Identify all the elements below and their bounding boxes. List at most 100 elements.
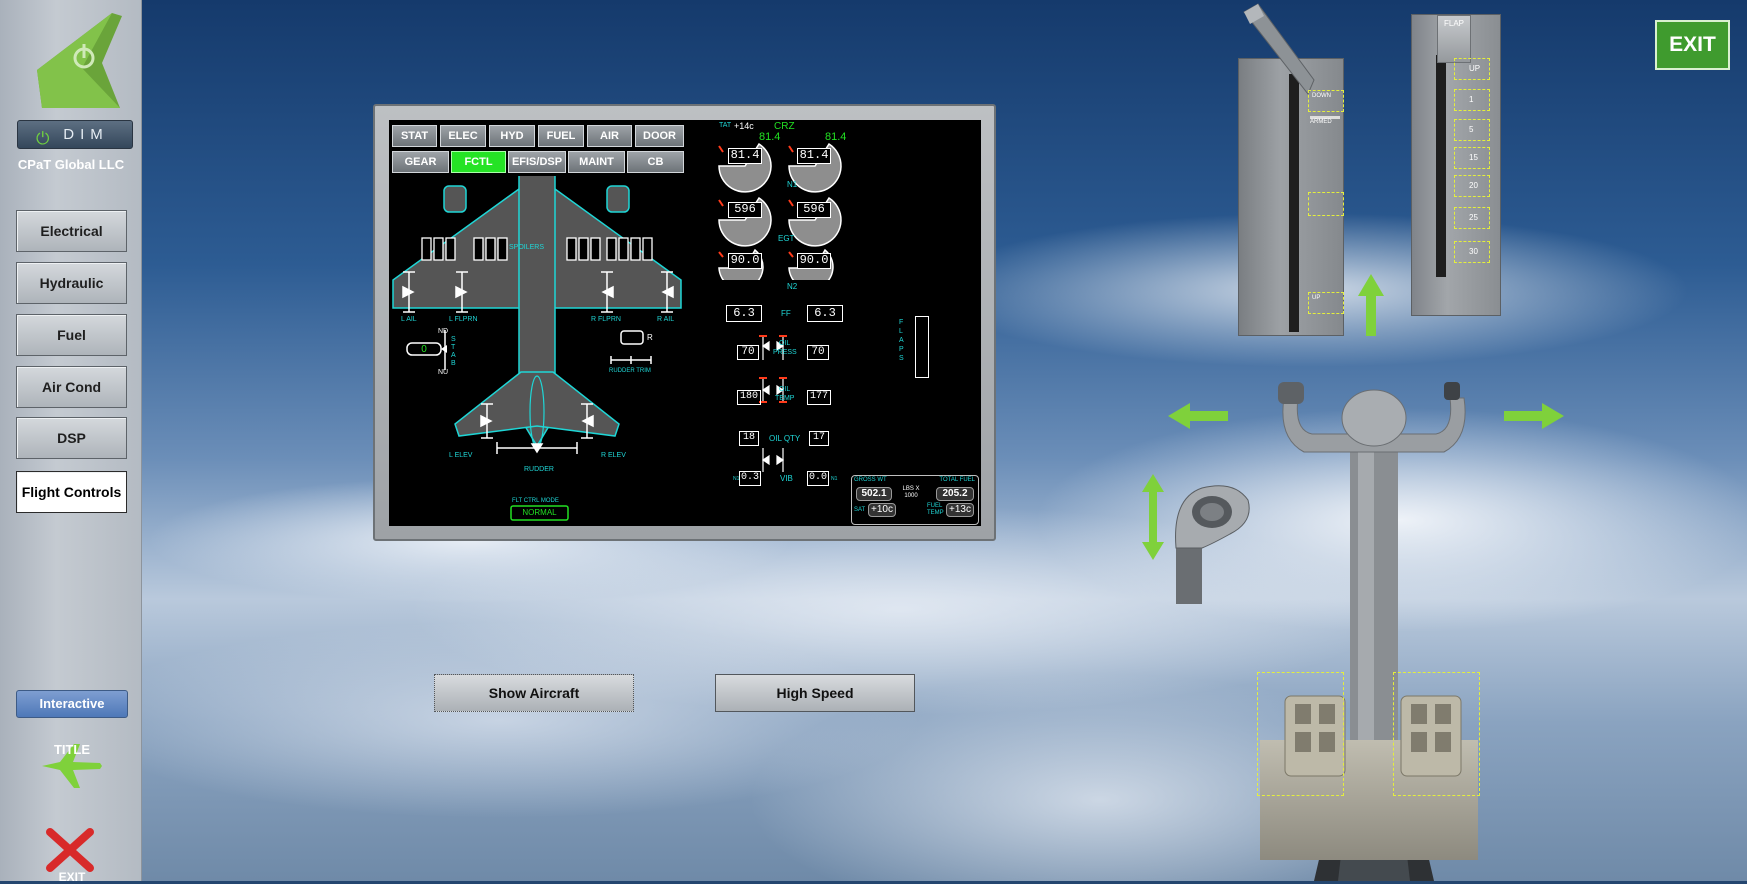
flap-up-label: UP xyxy=(1469,64,1481,73)
weight-units: LBS X 1000 xyxy=(902,486,920,499)
l-elev-label: L ELEV xyxy=(449,452,473,459)
oil-temp-label-1: OIL xyxy=(779,386,791,393)
left-pedal-hotspot[interactable] xyxy=(1257,672,1344,796)
ff-label: FF xyxy=(781,309,791,318)
eicas-screen: STAT ELEC HYD FUEL AIR DOOR GEAR FCTL EF… xyxy=(389,120,981,526)
vib-label: VIB xyxy=(780,474,793,483)
nav-dsp-button[interactable]: DSP xyxy=(16,417,127,459)
oil-temp-left: 180 xyxy=(737,390,761,405)
arrow-up-icon[interactable] xyxy=(1358,274,1384,336)
tab-fuel[interactable]: FUEL xyxy=(538,125,584,147)
speedbrake-lever-handle[interactable] xyxy=(1238,2,1318,102)
tab-gear[interactable]: GEAR xyxy=(392,151,449,173)
nav-aircond-button[interactable]: Air Cond xyxy=(16,366,127,408)
tat-label: TAT xyxy=(719,122,732,129)
interactive-button[interactable]: Interactive xyxy=(16,690,128,718)
flap-5-hotspot[interactable]: 5 xyxy=(1454,119,1490,141)
tab-stat[interactable]: STAT xyxy=(392,125,437,147)
nav-hydraulic-button[interactable]: Hydraulic xyxy=(16,262,127,304)
stab-value: 0 xyxy=(421,344,427,355)
oil-qty-right: 17 xyxy=(809,431,829,446)
tab-elec[interactable]: ELEC xyxy=(440,125,486,147)
sat-label: SAT xyxy=(854,507,866,513)
stab-nd-label: ND xyxy=(438,328,449,335)
arrow-right-icon[interactable] xyxy=(1504,403,1564,429)
tab-air[interactable]: AIR xyxy=(587,125,632,147)
tab-cb[interactable]: CB xyxy=(627,151,684,173)
flaps-gauge xyxy=(915,316,929,378)
tab-hyd[interactable]: HYD xyxy=(489,125,535,147)
stab-label: STAB xyxy=(451,336,456,367)
arrow-left-icon[interactable] xyxy=(1168,403,1228,429)
sidebar: ⏻ DIM CPaT Global LLC Electrical Hydraul… xyxy=(0,0,142,884)
nav-electrical-button[interactable]: Electrical xyxy=(16,210,127,252)
tab-maint[interactable]: MAINT xyxy=(568,151,625,173)
high-speed-button[interactable]: High Speed xyxy=(715,674,915,712)
r-ail-label: R AIL xyxy=(657,316,675,323)
sidebar-exit-label[interactable]: EXIT xyxy=(30,870,114,884)
speedbrake-down-label: DOWN xyxy=(1312,93,1331,99)
speedbrake-slot xyxy=(1289,74,1299,332)
flap-30-hotspot[interactable]: 30 xyxy=(1454,241,1490,263)
title-label[interactable]: TITLE xyxy=(30,742,114,757)
egt-label: EGT xyxy=(778,234,795,243)
speedbrake-down-hotspot[interactable]: DOWN xyxy=(1308,90,1344,112)
flap-20-hotspot[interactable]: 20 xyxy=(1454,175,1490,197)
egt-left-value: 596 xyxy=(728,202,762,218)
tab-efis-dsp[interactable]: EFIS/DSP xyxy=(508,151,566,173)
speedbrake-armed-label: ARMED xyxy=(1310,116,1340,125)
speedbrake-up-hotspot[interactable]: UP xyxy=(1308,292,1344,314)
flap-15-hotspot[interactable]: 15 xyxy=(1454,147,1490,169)
power-icon: ⏻ xyxy=(36,129,50,148)
n2-label: N2 xyxy=(787,282,798,291)
arrow-up-down-icon[interactable] xyxy=(1142,474,1164,560)
r-elev-label: R ELEV xyxy=(601,452,626,459)
eicas-display-frame: STAT ELEC HYD FUEL AIR DOOR GEAR FCTL EF… xyxy=(373,104,996,541)
fuel-temp-label: FUEL TEMP xyxy=(927,503,944,516)
n1-right-value: 81.4 xyxy=(797,148,831,164)
flap-1-hotspot[interactable]: 1 xyxy=(1454,89,1490,111)
exit-button[interactable]: EXIT xyxy=(1655,20,1730,70)
oil-press-label-1: OIL xyxy=(779,340,791,347)
flap-25-hotspot[interactable]: 25 xyxy=(1454,207,1490,229)
oil-press-right: 70 xyxy=(807,345,829,360)
flap-5-label: 5 xyxy=(1469,125,1474,134)
l-flprn-label: L FLPRN xyxy=(449,316,478,323)
flap-up-hotspot[interactable]: UP xyxy=(1454,58,1490,80)
flap-25-label: 25 xyxy=(1469,213,1478,222)
flap-30-label: 30 xyxy=(1469,247,1478,256)
oil-temp-label-2: TEMP xyxy=(775,395,795,402)
sat-value: +10c xyxy=(868,503,896,517)
right-pedal-hotspot[interactable] xyxy=(1393,672,1480,796)
ff-left-value: 6.3 xyxy=(726,305,762,322)
rudder-trim-r-label: R xyxy=(647,333,653,342)
nav-fuel-button[interactable]: Fuel xyxy=(16,314,127,356)
stab-nu-label: NU xyxy=(438,369,449,376)
rudder-label: RUDDER xyxy=(524,466,554,473)
oil-press-left: 70 xyxy=(737,345,759,360)
oil-qty-label: OIL QTY xyxy=(769,434,801,443)
dim-button[interactable]: ⏻ DIM xyxy=(17,120,133,149)
n2-left-value: 90.0 xyxy=(728,253,762,269)
speedbrake-armed-hotspot[interactable] xyxy=(1308,192,1344,216)
tab-fctl[interactable]: FCTL xyxy=(451,151,506,173)
close-icon[interactable] xyxy=(46,828,94,872)
show-aircraft-button[interactable]: Show Aircraft xyxy=(434,674,634,712)
vib-right: 0.0 xyxy=(807,471,829,486)
n2-right-value: 90.0 xyxy=(797,253,831,269)
tab-door[interactable]: DOOR xyxy=(635,125,684,147)
flap-15-label: 15 xyxy=(1469,153,1478,162)
rudder-trim-label: RUDDER TRIM xyxy=(609,368,651,374)
flap-header-label: FLAP xyxy=(1444,19,1465,28)
vib-n1-right-label: N1 xyxy=(831,476,838,482)
spoilers-label: SPOILERS xyxy=(509,244,545,251)
flap-lever-handle[interactable]: FLAP xyxy=(1437,15,1471,63)
n1-label: N1 xyxy=(787,180,798,189)
total-fuel-label: TOTAL FUEL xyxy=(939,477,975,483)
oil-press-label-2: PRESS xyxy=(773,349,797,356)
n1-left-value: 81.4 xyxy=(728,148,762,164)
nose-wheel-tiller[interactable] xyxy=(1172,478,1252,604)
nav-flight-controls-button[interactable]: Flight Controls xyxy=(16,471,127,513)
flap-20-label: 20 xyxy=(1469,181,1478,190)
speedbrake-up-label: UP xyxy=(1312,295,1321,301)
